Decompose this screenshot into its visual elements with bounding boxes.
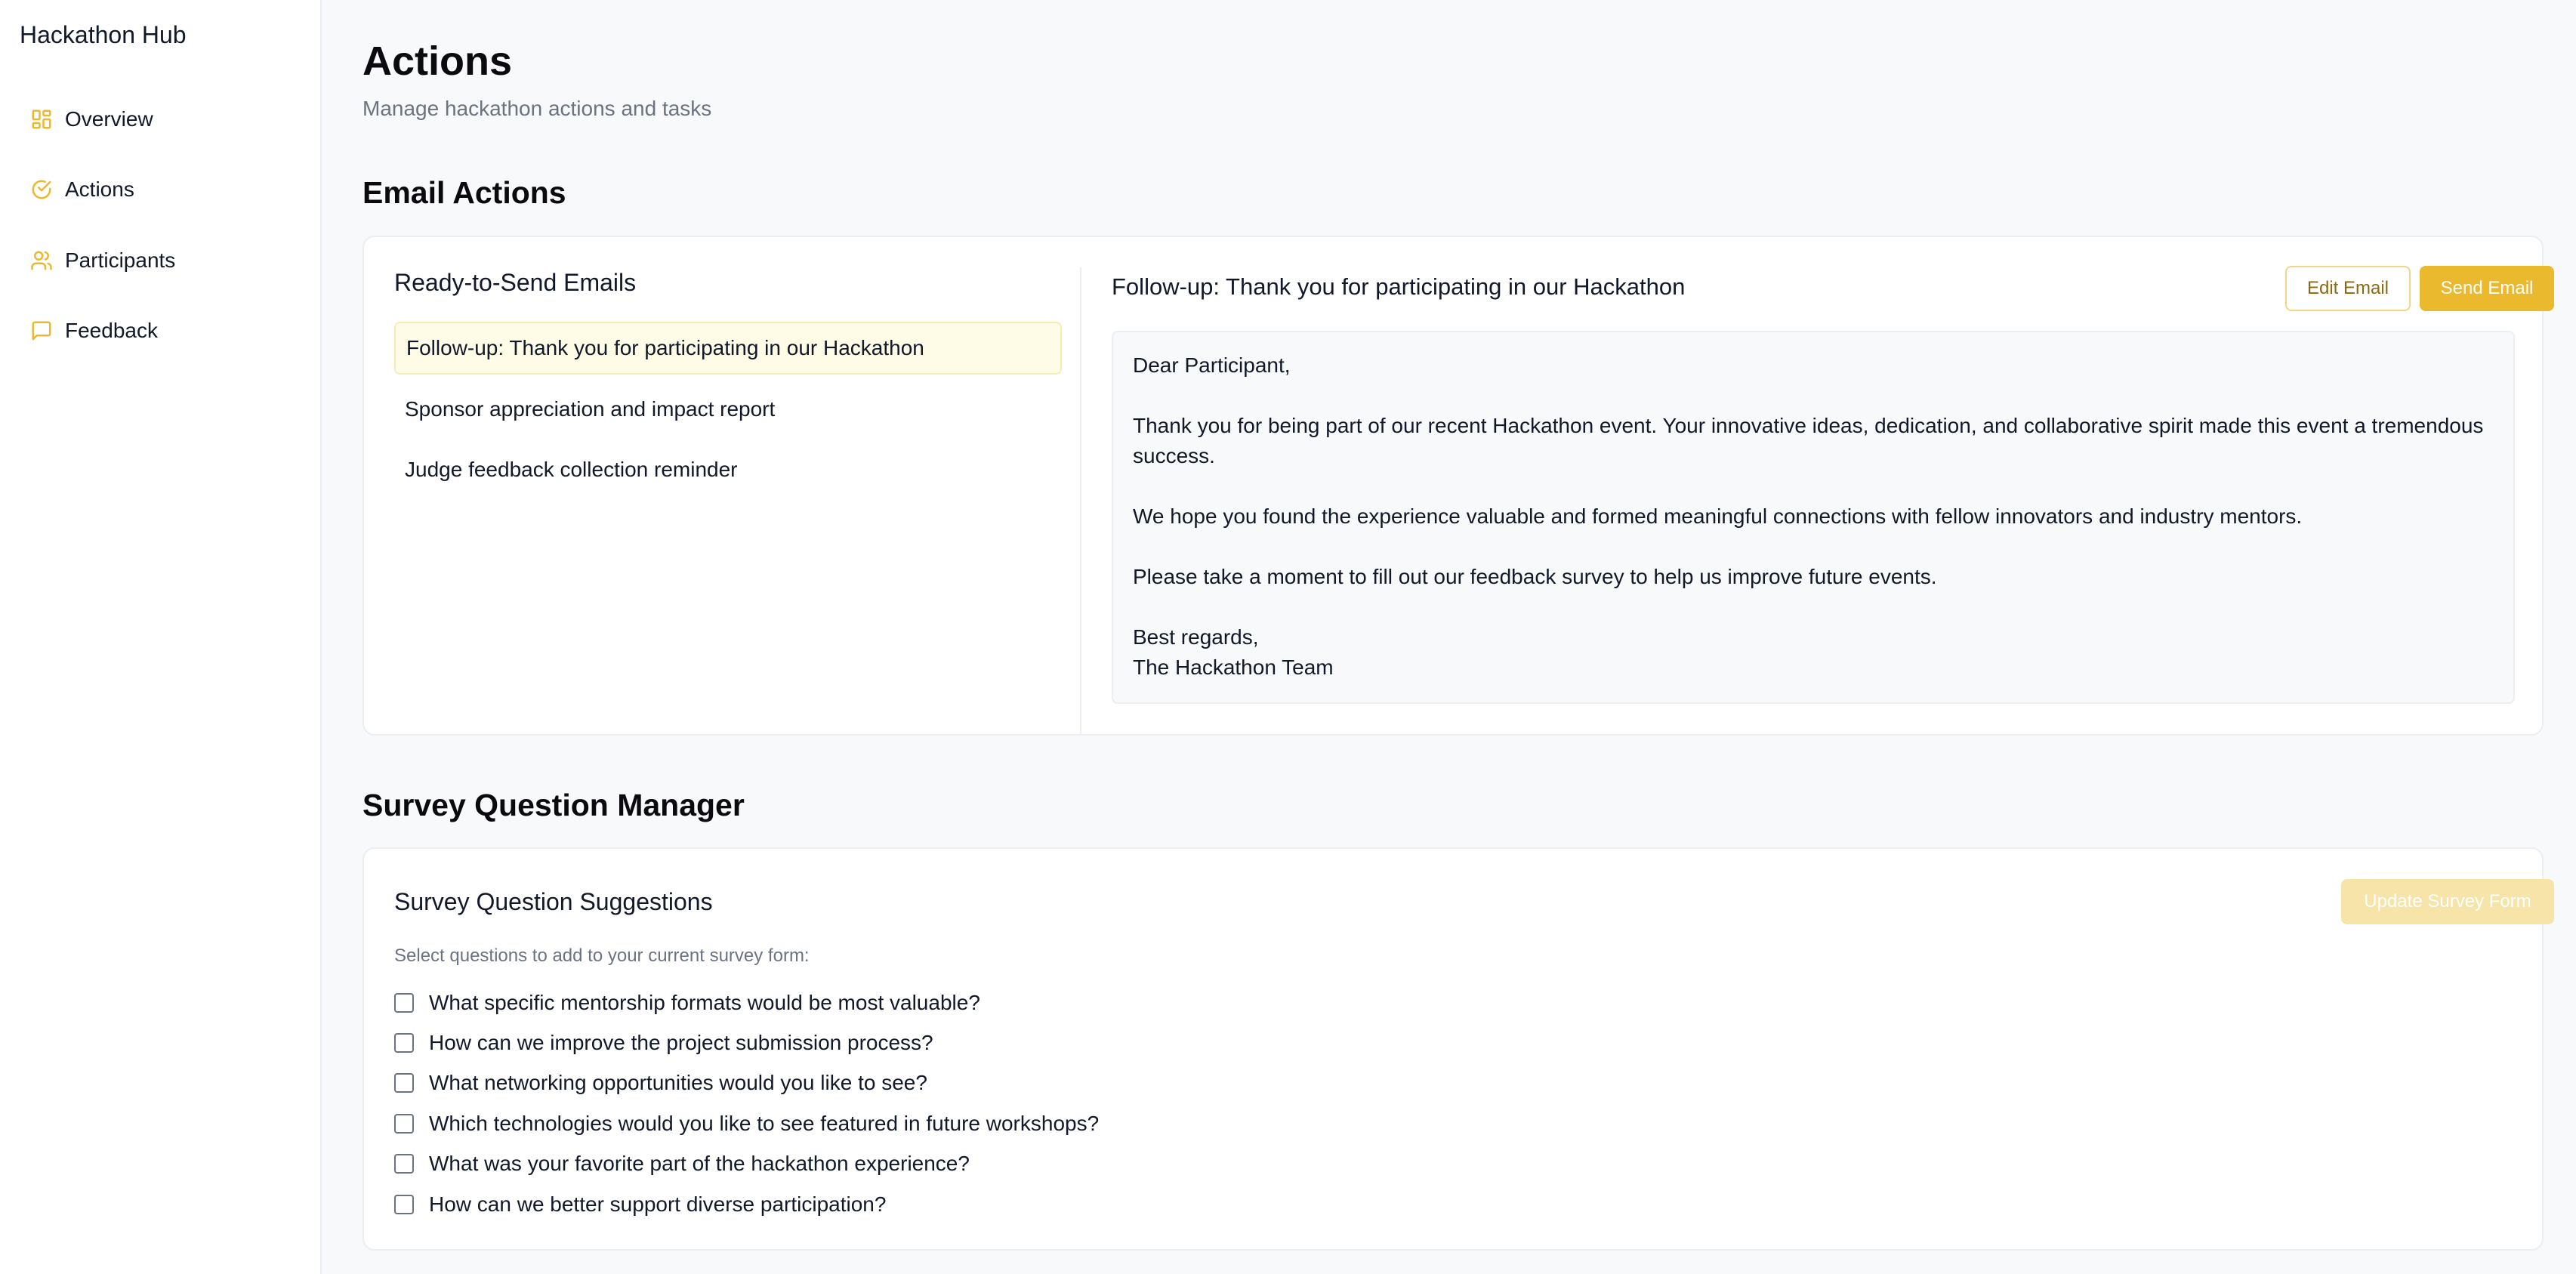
email-greeting: Dear Participant,	[1133, 353, 1291, 377]
survey-question-option[interactable]: What was your favorite part of the hacka…	[394, 1149, 970, 1179]
email-actions-heading: Email Actions	[362, 175, 566, 210]
app-brand: Hackathon Hub	[20, 21, 187, 48]
sidebar-item-overview[interactable]: Overview	[29, 97, 301, 142]
sidebar-item-label: Actions	[65, 177, 134, 201]
check-circle-icon	[29, 177, 54, 202]
email-list-title: Ready-to-Send Emails	[394, 269, 637, 296]
sidebar-item-label: Feedback	[65, 319, 158, 342]
email-paragraph: We hope you found the experience valuabl…	[1133, 504, 2303, 528]
sidebar: Hackathon Hub Overview Actions Participa…	[0, 0, 322, 1274]
question-label: How can we better support diverse partic…	[429, 1192, 887, 1216]
dashboard-icon	[29, 106, 54, 132]
edit-email-button[interactable]: Edit Email	[2285, 266, 2411, 311]
survey-question-option[interactable]: How can we improve the project submissio…	[394, 1028, 933, 1058]
email-signature: The Hackathon Team	[1133, 656, 1334, 679]
question-checkbox[interactable]	[394, 1154, 414, 1174]
survey-question-option[interactable]: What specific mentorship formats would b…	[394, 988, 980, 1018]
sidebar-item-label: Participants	[65, 248, 176, 272]
question-checkbox[interactable]	[394, 1033, 414, 1053]
question-label: Which technologies would you like to see…	[429, 1112, 1100, 1135]
sidebar-item-participants[interactable]: Participants	[29, 238, 301, 283]
message-square-icon	[29, 318, 54, 344]
question-checkbox[interactable]	[394, 1073, 414, 1093]
survey-question-option[interactable]: Which technologies would you like to see…	[394, 1109, 1099, 1139]
question-label: What networking opportunities would you …	[429, 1071, 927, 1094]
email-list-item[interactable]: Sponsor appreciation and impact report	[394, 383, 1062, 436]
email-paragraph: Please take a moment to fill out our fee…	[1133, 565, 1937, 588]
main-content: Actions Manage hackathon actions and tas…	[322, 0, 2576, 1274]
survey-card: Survey Question Suggestions Update Surve…	[362, 847, 2554, 1251]
question-label: What was your favorite part of the hacka…	[429, 1152, 970, 1175]
question-label: What specific mentorship formats would b…	[429, 991, 980, 1014]
sidebar-item-actions[interactable]: Actions	[29, 167, 301, 212]
survey-manager-heading: Survey Question Manager	[362, 788, 745, 822]
send-email-button[interactable]: Send Email	[2420, 266, 2554, 311]
question-label: How can we improve the project submissio…	[429, 1031, 933, 1054]
email-actions-card: Ready-to-Send Emails Follow-up: Thank yo…	[362, 236, 2554, 736]
question-checkbox[interactable]	[394, 1114, 414, 1134]
sidebar-item-label: Overview	[65, 107, 153, 131]
update-survey-form-button[interactable]: Update Survey Form	[2341, 879, 2554, 924]
survey-card-title: Survey Question Suggestions	[394, 888, 713, 915]
question-checkbox[interactable]	[394, 1195, 414, 1214]
survey-help-text: Select questions to add to your current …	[394, 945, 810, 966]
email-body-preview: Dear Participant, Thank you for being pa…	[1112, 331, 2515, 704]
question-checkbox[interactable]	[394, 993, 414, 1013]
email-paragraph: Thank you for being part of our recent H…	[1133, 414, 2484, 467]
email-list-item[interactable]: Judge feedback collection reminder	[394, 443, 1062, 496]
survey-question-option[interactable]: How can we better support diverse partic…	[394, 1189, 886, 1220]
panel-divider	[1080, 267, 1081, 736]
page-title: Actions	[362, 39, 513, 84]
email-subject: Follow-up: Thank you for participating i…	[1112, 273, 1686, 300]
email-list-item-label: Follow-up: Thank you for participating i…	[406, 336, 924, 359]
email-list-item-label: Judge feedback collection reminder	[405, 458, 738, 481]
email-list-item[interactable]: Follow-up: Thank you for participating i…	[394, 322, 1062, 375]
email-list-item-label: Sponsor appreciation and impact report	[405, 397, 776, 421]
sidebar-item-feedback[interactable]: Feedback	[29, 308, 301, 353]
users-icon	[29, 248, 54, 273]
page-subtitle: Manage hackathon actions and tasks	[362, 97, 712, 120]
email-closing: Best regards,	[1133, 625, 1259, 649]
survey-question-option[interactable]: What networking opportunities would you …	[394, 1068, 927, 1098]
